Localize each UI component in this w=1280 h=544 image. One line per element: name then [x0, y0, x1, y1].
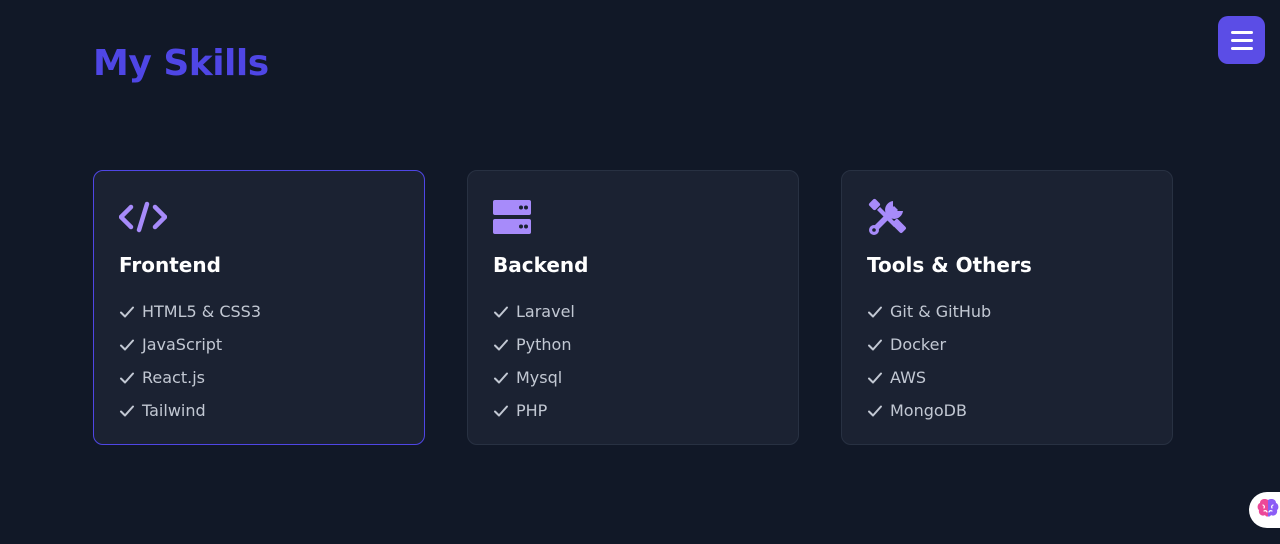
list-item: AWS [867, 361, 1148, 394]
list-item: Python [493, 328, 774, 361]
check-icon [119, 337, 135, 353]
check-icon [119, 403, 135, 419]
skill-label: Laravel [516, 302, 575, 321]
code-icon [119, 197, 167, 237]
assistant-button[interactable] [1249, 492, 1280, 528]
page-title: My Skills [93, 43, 269, 84]
skill-list: Git & GitHub Docker AWS MongoDB [867, 295, 1148, 427]
check-icon [119, 304, 135, 320]
menu-button[interactable] [1218, 16, 1265, 64]
check-icon [867, 403, 883, 419]
list-item: Laravel [493, 295, 774, 328]
skill-label: Mysql [516, 368, 563, 387]
tools-icon [867, 197, 915, 237]
skill-label: Python [516, 335, 572, 354]
skill-label: HTML5 & CSS3 [142, 302, 262, 321]
brain-icon [1257, 498, 1279, 522]
list-item: PHP [493, 394, 774, 427]
skill-label: Docker [890, 335, 947, 354]
skills-page: My Skills Frontend HTML5 & CSS3 JavaScri… [0, 0, 1280, 544]
card-title: Tools & Others [867, 253, 1032, 277]
server-icon [493, 197, 541, 237]
list-item: React.js [119, 361, 400, 394]
skill-label: MongoDB [890, 401, 967, 420]
list-item: Tailwind [119, 394, 400, 427]
check-icon [867, 337, 883, 353]
skill-label: PHP [516, 401, 548, 420]
skills-cards: Frontend HTML5 & CSS3 JavaScript React.j… [93, 170, 1173, 445]
skill-label: JavaScript [142, 335, 223, 354]
check-icon [493, 370, 509, 386]
list-item: Docker [867, 328, 1148, 361]
skill-label: AWS [890, 368, 927, 387]
skill-list: Laravel Python Mysql PHP [493, 295, 774, 427]
check-icon [493, 337, 509, 353]
check-icon [493, 403, 509, 419]
list-item: Git & GitHub [867, 295, 1148, 328]
skill-card-backend[interactable]: Backend Laravel Python Mysql PHP [467, 170, 799, 445]
list-item: Mysql [493, 361, 774, 394]
card-title: Backend [493, 253, 589, 277]
skill-list: HTML5 & CSS3 JavaScript React.js Tailwin… [119, 295, 400, 427]
check-icon [867, 370, 883, 386]
check-icon [867, 304, 883, 320]
card-title: Frontend [119, 253, 221, 277]
check-icon [493, 304, 509, 320]
skill-label: Tailwind [142, 401, 206, 420]
list-item: JavaScript [119, 328, 400, 361]
skill-label: React.js [142, 368, 205, 387]
skill-card-tools[interactable]: Tools & Others Git & GitHub Docker AWS M… [841, 170, 1173, 445]
check-icon [119, 370, 135, 386]
skill-card-frontend[interactable]: Frontend HTML5 & CSS3 JavaScript React.j… [93, 170, 425, 445]
hamburger-menu-icon [1230, 30, 1253, 50]
skill-label: Git & GitHub [890, 302, 992, 321]
list-item: MongoDB [867, 394, 1148, 427]
list-item: HTML5 & CSS3 [119, 295, 400, 328]
